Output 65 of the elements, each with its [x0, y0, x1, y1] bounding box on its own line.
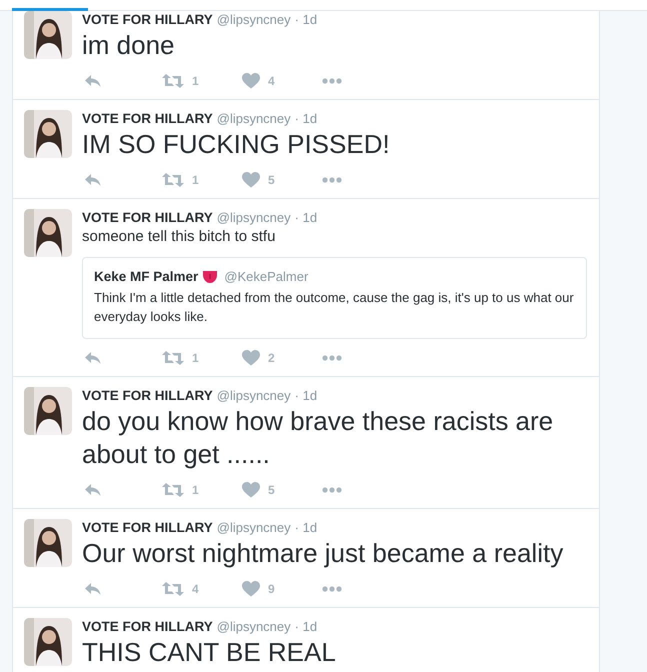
tweet-time[interactable]: · 1d: [294, 110, 318, 128]
retweet-icon[interactable]: [162, 482, 184, 498]
retweet-count: 1: [192, 483, 199, 497]
more-icon[interactable]: [322, 586, 342, 592]
retweet-icon[interactable]: [162, 73, 184, 89]
heart-icon[interactable]: [242, 73, 260, 89]
avatar[interactable]: [24, 11, 72, 59]
tweet-time[interactable]: · 1d: [294, 209, 318, 227]
like-count: 9: [268, 582, 275, 596]
tweet-text: THIS CANT BE REAL: [82, 636, 337, 669]
tweet-text: someone tell this bitch to stfu: [82, 227, 276, 247]
tweet-text: im done: [82, 29, 176, 62]
retweet-count: 1: [192, 74, 199, 88]
author-handle[interactable]: @lipsyncney: [216, 519, 291, 537]
quoted-author: Keke MF Palmer: [94, 268, 198, 286]
author-name[interactable]: VOTE FOR HILLARY: [82, 387, 213, 405]
author-name[interactable]: VOTE FOR HILLARY: [82, 209, 213, 227]
author-handle[interactable]: @lipsyncney: [216, 209, 291, 227]
heart-icon[interactable]: [242, 172, 260, 188]
retweet-icon[interactable]: [162, 581, 184, 597]
heart-icon[interactable]: [242, 482, 260, 498]
reply-icon[interactable]: [84, 73, 102, 89]
retweet-icon[interactable]: [162, 172, 184, 188]
tweet-time[interactable]: · 1d: [294, 387, 318, 405]
quoted-handle: @KekePalmer: [224, 268, 308, 286]
author-name[interactable]: VOTE FOR HILLARY: [82, 11, 213, 29]
avatar[interactable]: [24, 387, 72, 435]
retweet-count: 4: [192, 582, 199, 596]
quoted-text: Think I'm a little detached from the outcome, cause the gag is, it's up to us what our everyday looks like.: [94, 289, 575, 326]
author-handle[interactable]: @lipsyncney: [216, 387, 291, 405]
author-handle[interactable]: @lipsyncney: [216, 618, 291, 636]
reply-icon[interactable]: [84, 172, 102, 188]
reply-icon[interactable]: [84, 350, 102, 366]
author-name[interactable]: VOTE FOR HILLARY: [82, 519, 213, 537]
author-handle[interactable]: @lipsyncney: [216, 11, 291, 29]
tweet-time[interactable]: · 1d: [294, 519, 318, 537]
author-name[interactable]: VOTE FOR HILLARY: [82, 110, 213, 128]
more-icon[interactable]: [322, 355, 342, 361]
heart-icon[interactable]: [242, 350, 260, 366]
avatar[interactable]: [24, 209, 72, 257]
more-icon[interactable]: [322, 487, 342, 493]
more-icon[interactable]: [322, 177, 342, 183]
like-count: 5: [268, 483, 275, 497]
like-count: 5: [268, 173, 275, 187]
retweet-count: 1: [192, 173, 199, 187]
like-count: 2: [268, 351, 275, 365]
author-name[interactable]: VOTE FOR HILLARY: [82, 618, 213, 636]
tweet-text: Our worst nightmare just became a reality: [82, 537, 564, 570]
reply-icon[interactable]: [84, 482, 102, 498]
tweet-text: do you know how brave these racists are about to get ......: [82, 405, 554, 471]
retweet-count: 1: [192, 351, 199, 365]
heart-icon[interactable]: [242, 581, 260, 597]
like-count: 4: [268, 74, 275, 88]
author-handle[interactable]: @lipsyncney: [216, 110, 291, 128]
tweet-text: IM SO FUCKING PISSED!: [82, 128, 391, 161]
tweet-time[interactable]: · 1d: [294, 11, 318, 29]
more-icon[interactable]: [322, 78, 342, 84]
tweet-time[interactable]: · 1d: [294, 618, 318, 636]
quoted-tweet[interactable]: Keke MF Palmer @KekePalmer Think I'm a little detached from the outcome, cause the gag is, it's up to us what our everyday looks like.: [82, 257, 587, 339]
retweet-icon[interactable]: [162, 350, 184, 366]
avatar[interactable]: [24, 519, 72, 567]
tongue-icon: [202, 270, 218, 284]
avatar[interactable]: [24, 110, 72, 158]
avatar[interactable]: [24, 618, 72, 666]
reply-icon[interactable]: [84, 581, 102, 597]
